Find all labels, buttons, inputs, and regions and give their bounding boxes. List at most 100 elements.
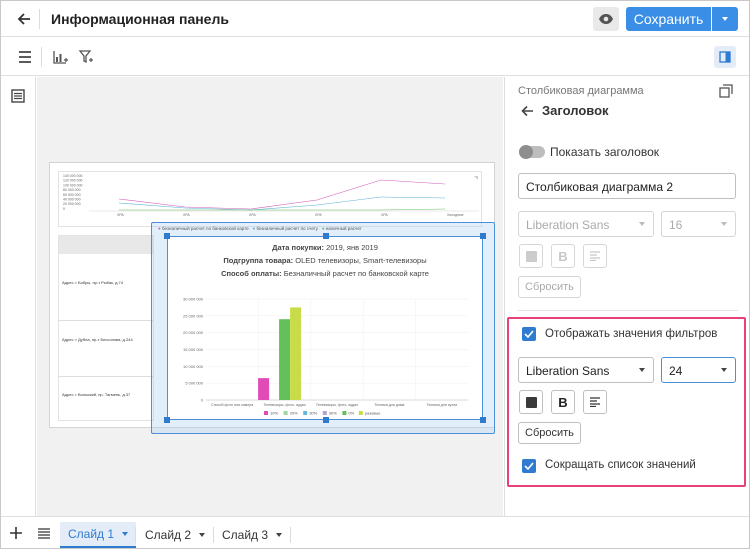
bar-chart-widget[interactable]: Дата покупки: 2019, янв 2019 Подгруппа т…: [164, 233, 486, 423]
mini-y-tick-label: 0: [63, 207, 65, 211]
show-title-toggle[interactable]: [519, 145, 545, 159]
table-row: Адрес > Волжский, пр. Тагмень, д.37: [62, 392, 131, 397]
mini-y-tick-label: 120 000 000: [63, 179, 83, 183]
table-header: [59, 236, 153, 254]
y-tick-label: 20 000 000: [183, 330, 204, 335]
chevron-down-icon: [721, 222, 727, 226]
chevron-down-icon: [122, 532, 129, 536]
filter-size-select[interactable]: 24: [661, 357, 736, 383]
arrow-left-icon: [521, 105, 533, 117]
filter-font-select[interactable]: Liberation Sans: [518, 357, 654, 383]
left-rail: [1, 77, 36, 516]
hamburger-icon: [19, 51, 31, 63]
line-chart-widget[interactable]: 140 000 000 120 000 000 100 000 000 80 000 …: [58, 171, 482, 227]
bar-chart-plot: 30 000 000 25 000 000 20 000 000 15 000 000…: [183, 297, 468, 416]
save-button[interactable]: Сохранить: [626, 7, 711, 31]
resize-handle[interactable]: [480, 417, 486, 423]
tab-slide-3[interactable]: Слайд 3: [214, 522, 290, 548]
legend-label: 20%: [290, 411, 298, 416]
mini-x-tick-label: ХРА: [183, 213, 190, 217]
mini-x-tick-label: Холодные: [447, 213, 464, 217]
eye-icon: [599, 14, 613, 24]
menu-button[interactable]: [15, 47, 35, 67]
shorten-values-label: Сокращать список значений: [545, 459, 696, 471]
slide-canvas[interactable]: 140 000 000 120 000 000 100 000 000 80 000 …: [37, 77, 503, 516]
popout-icon: [719, 84, 733, 98]
layers-button[interactable]: [11, 89, 25, 108]
save-options-button[interactable]: [712, 7, 738, 31]
resize-handle[interactable]: [164, 233, 170, 239]
title-align-button[interactable]: [583, 244, 607, 268]
x-tick-label: Техника для кухни: [426, 403, 457, 407]
chevron-down-icon: [721, 368, 727, 372]
filter-align-button[interactable]: [583, 390, 607, 414]
filter-color-button[interactable]: [519, 390, 543, 414]
add-chart-button[interactable]: [50, 47, 70, 67]
bar: [279, 319, 291, 400]
line-chart-thumbnail: 140 000 000120 000 000100 000 00080 000 …: [63, 174, 479, 217]
bold-icon: B: [558, 248, 568, 264]
mini-x-tick-label: ХРА: [117, 213, 124, 217]
color-swatch-icon: [525, 250, 537, 262]
section-back-button[interactable]: [521, 103, 537, 119]
y-tick-label: 30 000 000: [183, 297, 204, 302]
resize-handle[interactable]: [480, 233, 486, 239]
resize-handle[interactable]: [164, 417, 170, 423]
x-tick-label: Способ фото или камера: [211, 403, 253, 407]
resize-handle[interactable]: [323, 233, 329, 239]
legend-label: 30%: [309, 411, 317, 416]
bar: [290, 307, 302, 400]
filter-reset-button[interactable]: Сбросить: [518, 422, 581, 444]
checkmark-icon: [524, 330, 534, 338]
divider: [290, 527, 291, 543]
shorten-values-checkbox[interactable]: [522, 459, 536, 473]
tab-slide-1[interactable]: Слайд 1: [60, 522, 137, 548]
table-row: Адрес > Бобры, пр-т Рыбак, д.74: [62, 280, 123, 285]
chevron-down-icon: [199, 533, 206, 537]
preview-button[interactable]: [593, 7, 619, 31]
title-size-select[interactable]: 16: [661, 211, 736, 237]
mini-y-tick-label: 20 000 000: [63, 202, 81, 206]
align-left-icon: [590, 397, 600, 407]
toggle-knob: [519, 145, 533, 159]
title-font-select[interactable]: Liberation Sans: [518, 211, 654, 237]
title-input[interactable]: Столбиковая диаграмма 2: [518, 173, 736, 199]
properties-panel-toggle[interactable]: [714, 46, 736, 68]
legend-swatch: [303, 411, 308, 415]
slides-bar: Слайд 1 Слайд 2 Слайд 3: [1, 516, 749, 548]
header-bar: Информационная панель Сохранить: [1, 1, 749, 37]
side-panel-icon: [719, 51, 731, 63]
color-swatch-icon: [525, 396, 537, 408]
slides-list-button[interactable]: [35, 524, 53, 542]
mini-x-tick-label: ХРА: [315, 213, 322, 217]
checkmark-icon: [524, 462, 534, 470]
title-bold-button[interactable]: B: [551, 244, 575, 268]
show-title-label: Показать заголовок: [550, 145, 660, 159]
hamburger-icon: [38, 527, 50, 539]
x-tick-label: Телевизоры, фото, аудио: [316, 403, 358, 407]
legend-label: разовые: [365, 411, 381, 416]
back-button[interactable]: [13, 8, 35, 30]
popout-button[interactable]: [719, 84, 735, 100]
y-tick-label: 15 000 000: [183, 347, 204, 352]
table-widget[interactable]: Адрес > Бобры, пр-т Рыбак, д.74 Адрес > …: [58, 235, 154, 421]
y-tick-label: 10 000 000: [183, 364, 204, 369]
resize-handle[interactable]: [323, 417, 329, 423]
divider: [39, 9, 40, 29]
title-color-button[interactable]: [519, 244, 543, 268]
divider: [41, 47, 42, 67]
mini-y-tick-label: 100 000 000: [63, 183, 83, 187]
legend-label: 10%: [270, 411, 278, 416]
divider: [518, 310, 738, 311]
title-reset-button[interactable]: Сбросить: [518, 276, 581, 298]
show-filter-values-checkbox[interactable]: [522, 327, 536, 341]
tab-slide-2[interactable]: Слайд 2: [137, 522, 213, 548]
filter-bold-button[interactable]: B: [551, 390, 575, 414]
add-slide-button[interactable]: [7, 524, 25, 542]
add-filter-button[interactable]: [76, 47, 96, 67]
filter-add-icon: [78, 50, 93, 64]
widget-type-label: Столбиковая диаграмма: [518, 85, 644, 97]
mini-y-tick-label: 40 000 000: [63, 198, 81, 202]
chevron-down-icon: [639, 368, 645, 372]
mini-x-tick-label: ХРА: [381, 213, 388, 217]
